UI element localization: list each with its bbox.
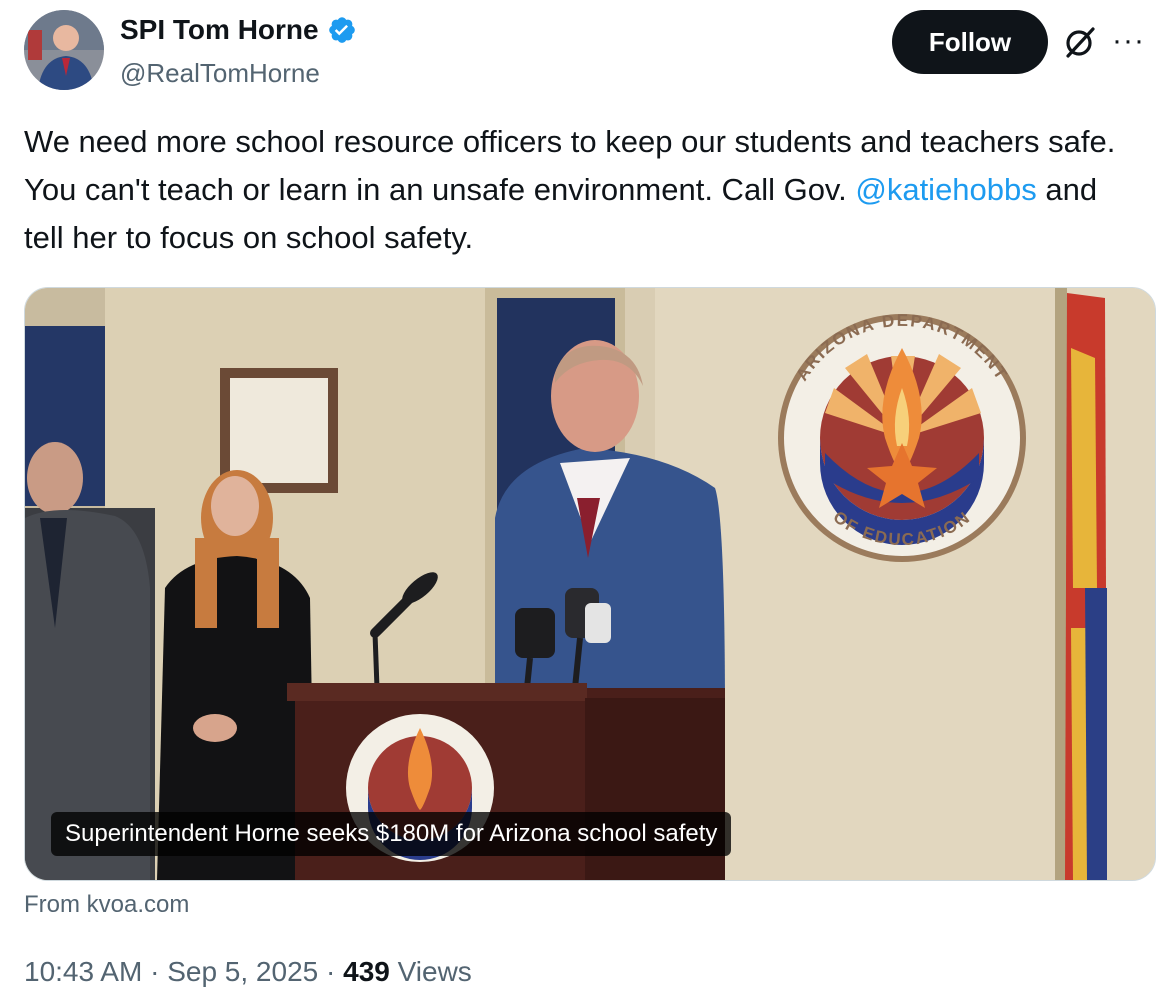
author-block: SPI Tom Horne @RealTomHorne (120, 14, 357, 89)
avatar[interactable] (24, 10, 104, 90)
card-source[interactable]: From kvoa.com (24, 891, 189, 919)
mention-link[interactable]: @katiehobbs (855, 172, 1036, 207)
meta-separator: · (142, 956, 168, 987)
card-image[interactable]: ARIZONA DEPARTMENT OF EDUCATION (25, 288, 1155, 880)
tweet-text: We need more school resource officers to… (24, 118, 1134, 262)
tweet-date[interactable]: Sep 5, 2025 (167, 956, 318, 987)
author-handle[interactable]: @RealTomHorne (120, 58, 357, 89)
views-label: Views (389, 956, 472, 987)
link-card[interactable]: ARIZONA DEPARTMENT OF EDUCATION Superint… (24, 287, 1156, 881)
more-icon[interactable]: ··· (1112, 26, 1145, 56)
follow-button[interactable]: Follow (892, 10, 1048, 74)
meta-separator: · (318, 956, 344, 987)
card-caption[interactable]: Superintendent Horne seeks $180M for Ari… (51, 812, 732, 856)
author-name[interactable]: SPI Tom Horne (120, 14, 319, 46)
tweet-time[interactable]: 10:43 AM (24, 956, 142, 987)
tweet-meta: 10:43 AM · Sep 5, 2025 · 439 Views (24, 956, 472, 988)
author-name-row: SPI Tom Horne (120, 14, 357, 46)
views-count[interactable]: 439 (343, 956, 390, 987)
grok-icon[interactable] (1062, 24, 1098, 60)
verified-badge-icon[interactable] (327, 15, 357, 45)
